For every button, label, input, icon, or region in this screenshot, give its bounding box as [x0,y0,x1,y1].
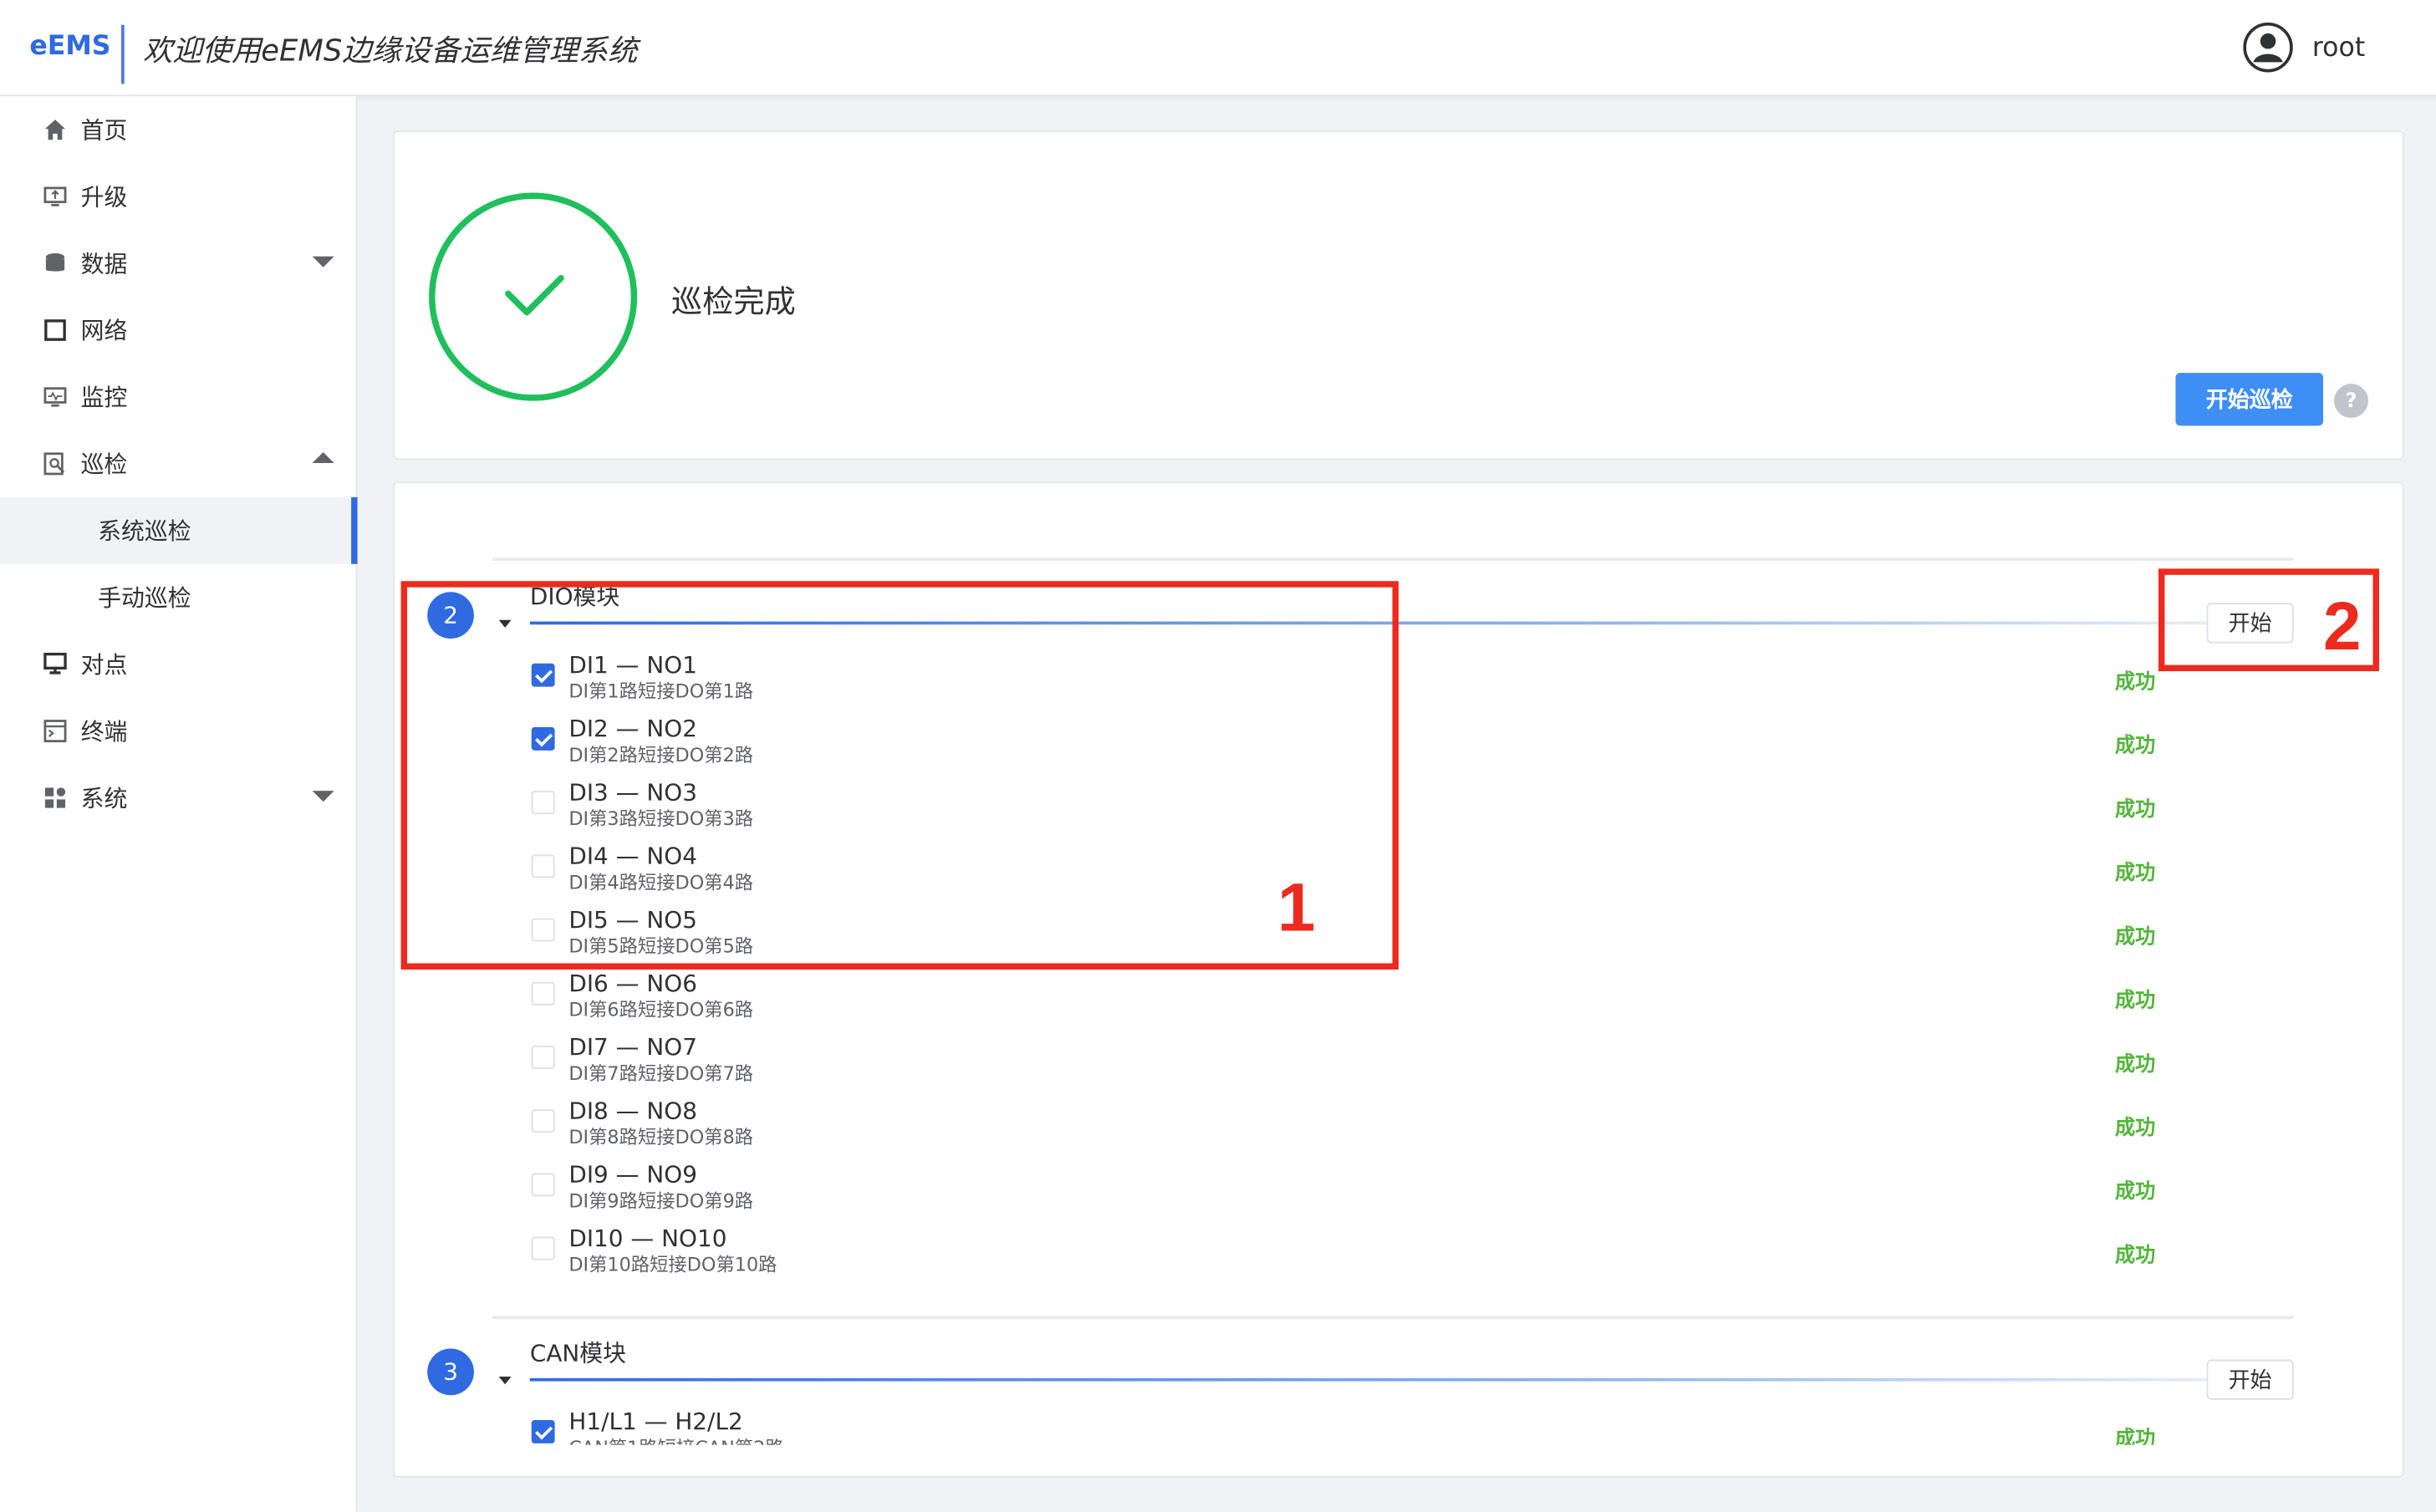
status-text: 成功 [2114,1428,2156,1445]
item-title: H1/L1 — H2/L2 [568,1408,743,1436]
sidebar-item-terminal[interactable]: 终端 [0,698,358,765]
checkbox[interactable] [531,981,555,1005]
list-item: DI6 — NO6 DI第6路短接DO第6路 成功 [395,969,2403,1033]
home-icon [44,120,66,140]
item-title: DI9 — NO9 [568,1160,697,1189]
sidebar-subitem-system-inspection[interactable]: 系统巡检 [0,496,358,564]
status-text: 成功 [2114,1053,2156,1077]
top-header: eEMS 欢迎使用eEMS边缘设备运维管理系统 root [0,0,2436,97]
status-text: 成功 [2114,1180,2156,1204]
divider [492,1316,2294,1320]
item-description: DI第9路短接DO第9路 [568,1189,754,1212]
result-title: 巡检完成 [671,283,796,320]
list-item: H1/L1 — H2/L2 CAN第1路短接CAN第2路 成功 [395,1408,2403,1445]
status-text: 成功 [2114,925,2156,949]
status-text: 成功 [2114,1244,2156,1268]
database-icon [45,253,65,272]
success-circle-icon [429,192,638,401]
list-item: DI9 — NO9 DI第9路短接DO第9路 成功 [395,1160,2403,1224]
module-start-button[interactable]: 开始 [2206,1359,2294,1400]
item-title: DI6 — NO6 [568,969,697,998]
status-text: 成功 [2114,1117,2156,1141]
list-item: DI7 — NO7 DI第7路短接DO第7路 成功 [395,1033,2403,1097]
annotation-label-2: 2 [2323,588,2362,665]
sidebar-subitem-label: 手动巡检 [98,583,191,613]
list-item: DI10 — NO10 DI第10路短接DO第10路 成功 [395,1224,2403,1288]
annotation-box-1 [400,581,1399,970]
item-description: DI第6路短接DO第6路 [568,999,754,1021]
status-text: 成功 [2114,990,2156,1014]
module-progress-line [529,1377,2294,1382]
sidebar-item-label: 监控 [80,384,128,412]
sidebar-item-points[interactable]: 对点 [0,631,358,698]
divider [492,557,2294,562]
item-description: DI第8路短接DO第8路 [568,1126,754,1148]
check-icon [505,275,564,316]
annotation-label-1: 1 [1277,869,1316,947]
status-text: 成功 [2114,735,2156,759]
sidebar-item-label: 系统 [80,784,128,813]
checkbox[interactable] [531,1173,555,1197]
monitor-icon [43,387,67,407]
checkbox[interactable] [531,1046,555,1069]
sidebar-item-network[interactable]: 网络 [0,297,358,364]
inspection-result-card: 巡检完成 开始巡检 ? [393,130,2404,461]
sidebar-subitem-manual-inspection[interactable]: 手动巡检 [0,564,358,631]
system-icon [44,787,66,808]
point-icon [43,652,67,675]
sidebar-item-label: 网络 [80,317,128,345]
page-title: 欢迎使用eEMS边缘设备运维管理系统 [143,33,638,69]
sidebar-item-monitor[interactable]: 监控 [0,364,358,430]
sidebar-item-data[interactable]: 数据 [0,230,358,297]
status-text: 成功 [2114,862,2156,886]
sidebar-item-inspection[interactable]: 巡检 [0,430,358,497]
item-description: CAN第1路短接CAN第2路 [568,1434,783,1444]
inspect-icon [43,452,65,476]
username[interactable]: root [2312,32,2365,63]
logo-divider [120,24,125,84]
user-avatar-icon[interactable] [2242,22,2293,73]
sidebar-item-label: 数据 [80,250,128,278]
app-logo[interactable]: eEMS [29,31,110,62]
terminal-icon [43,720,67,743]
help-icon[interactable]: ? [2334,384,2368,419]
sidebar-item-label: 对点 [80,650,128,680]
item-title: DI7 — NO7 [568,1033,697,1061]
sidebar-subitem-label: 系统巡检 [98,517,191,546]
sidebar-item-label: 首页 [80,116,128,145]
sidebar-item-label: 升级 [80,183,128,211]
sidebar-item-upgrade[interactable]: 升级 [0,163,358,230]
checkbox[interactable] [531,1109,555,1133]
step-number: 3 [427,1348,474,1396]
chevron-down-icon[interactable] [312,256,334,267]
sidebar-item-label: 巡检 [80,451,128,479]
status-text: 成功 [2114,671,2156,695]
sidebar: 首页 升级 数据 网络 监控 巡检 系统巡检 手动巡检 对点 终端 系统 [0,96,358,1512]
checkbox[interactable] [531,1420,555,1443]
user-menu[interactable]: root [2242,22,2365,73]
sidebar-item-system[interactable]: 系统 [0,765,358,832]
item-description: DI第10路短接DO第10路 [568,1254,777,1276]
caret-down-icon[interactable] [498,1376,512,1385]
start-inspection-button[interactable]: 开始巡检 [2175,373,2324,426]
chevron-up-icon[interactable] [312,451,334,463]
network-icon [44,319,66,341]
list-item: DI8 — NO8 DI第8路短接DO第8路 成功 [395,1097,2403,1160]
module-title: CAN模块 [529,1339,627,1367]
item-title: DI10 — NO10 [568,1224,727,1253]
checkbox[interactable] [531,1236,555,1260]
upgrade-icon [43,186,67,206]
chevron-down-icon[interactable] [312,791,334,802]
item-description: DI第7路短接DO第7路 [568,1062,754,1085]
sidebar-item-label: 终端 [80,717,128,746]
item-title: DI8 — NO8 [568,1097,697,1125]
status-text: 成功 [2114,798,2156,822]
sidebar-item-home[interactable]: 首页 [0,96,358,163]
